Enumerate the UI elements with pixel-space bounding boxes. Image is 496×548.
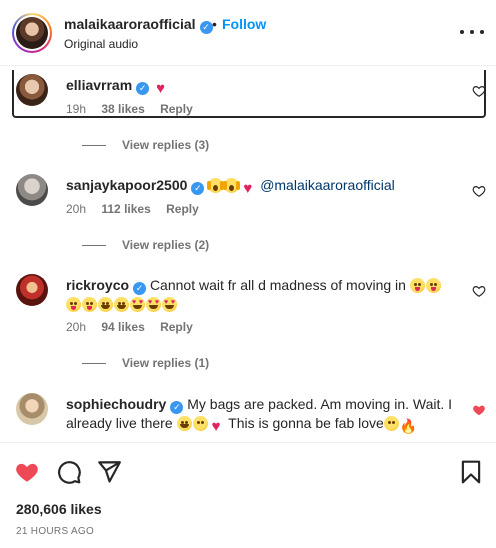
post-header: malaikaaroraofficial ✓ • Follow Original … — [0, 0, 496, 66]
view-replies-button[interactable]: View replies (2) — [82, 238, 209, 252]
comment-likes[interactable]: 38 likes — [101, 102, 144, 116]
red-heart-emoji: ♥ — [211, 418, 221, 435]
commenter-avatar[interactable] — [16, 74, 48, 106]
kissing-emoji — [192, 416, 208, 431]
comment-time: 19h — [66, 102, 87, 116]
comment-likes[interactable]: 112 likes — [101, 202, 150, 216]
more-dots-icon[interactable] — [458, 22, 486, 42]
comment-body-part2: This is gonna be fab love — [228, 415, 384, 431]
comment-like-heart-icon[interactable] — [472, 84, 486, 98]
heart-icon[interactable] — [14, 459, 40, 485]
view-replies-button[interactable]: View replies (1) — [82, 356, 209, 370]
reply-button[interactable]: Reply — [160, 320, 193, 334]
owner-username[interactable]: malaikaaroraofficial — [64, 16, 196, 32]
tongue-emoji — [409, 278, 425, 293]
tongue-emoji — [425, 278, 441, 293]
heart-eyes-emoji — [162, 297, 177, 312]
comment-text: sanjaykapoor2500 ✓ ♥ @malaikaaroraofficia… — [66, 176, 460, 196]
comment-text: elliavrram ✓ ♥ — [66, 76, 460, 96]
owner-avatar[interactable] — [12, 13, 52, 53]
comment-likes[interactable]: 94 likes — [101, 320, 144, 334]
view-replies-label[interactable]: View replies (1) — [122, 356, 209, 370]
comment-username[interactable]: sophiechoudry — [66, 396, 166, 412]
comment-like-heart-icon[interactable] — [472, 284, 486, 298]
scream-emoji — [223, 178, 241, 193]
comment-meta: 20h 94 likes Reply — [66, 320, 205, 334]
comment-time: 20h — [66, 320, 87, 334]
post-timestamp[interactable]: 21 HOURS AGO — [16, 526, 94, 537]
view-replies-button[interactable]: View replies (3) — [82, 138, 209, 152]
commenter-avatar[interactable] — [16, 174, 48, 206]
comment-username[interactable]: sanjaykapoor2500 — [66, 177, 187, 193]
reply-button[interactable]: Reply — [160, 102, 193, 116]
laughing-emoji — [176, 416, 192, 431]
comment-text: sophiechoudry ✓ My bags are packed. Am mo… — [66, 395, 460, 434]
header-separator: • — [212, 16, 217, 32]
red-heart-emoji: ♥ — [156, 80, 166, 97]
comment-bubble-icon[interactable] — [56, 459, 82, 485]
scream-emoji — [207, 178, 225, 193]
verified-badge-icon: ✓ — [136, 82, 150, 95]
fire-emoji: 🔥 — [399, 418, 418, 434]
comment-liked-heart-icon[interactable] — [472, 403, 486, 417]
comment-meta: 19h 38 likes Reply — [66, 102, 205, 116]
follow-button[interactable]: Follow — [222, 16, 266, 32]
commenter-avatar[interactable] — [16, 274, 48, 306]
comment-meta: 20h 112 likes Reply — [66, 202, 211, 216]
laughing-emoji — [114, 297, 129, 312]
view-replies-label[interactable]: View replies (3) — [122, 138, 209, 152]
paper-plane-icon[interactable] — [96, 459, 122, 485]
tongue-emoji — [82, 297, 97, 312]
post-likes-count[interactable]: 280,606 likes — [16, 501, 102, 517]
reply-button[interactable]: Reply — [166, 202, 199, 216]
red-heart-emoji: ♥ — [243, 180, 253, 197]
comment-time: 20h — [66, 202, 87, 216]
verified-badge-icon: ✓ — [199, 21, 213, 34]
comment-username[interactable]: elliavrram — [66, 77, 132, 93]
kissing-emoji — [383, 416, 399, 431]
heart-eyes-emoji — [130, 297, 145, 312]
post-actions: 280,606 likes 21 HOURS AGO — [0, 442, 496, 548]
comment-text: rickroyco ✓ Cannot wait fr all d madness … — [66, 276, 460, 313]
commenter-avatar[interactable] — [16, 393, 48, 425]
verified-badge-icon: ✓ — [170, 401, 184, 414]
audio-label[interactable]: Original audio — [64, 37, 138, 51]
comment-like-heart-icon[interactable] — [472, 184, 486, 198]
heart-eyes-emoji — [146, 297, 161, 312]
laughing-emoji — [98, 297, 113, 312]
comment-body: Cannot wait fr all d madness of moving i… — [149, 277, 406, 293]
owner-username-link[interactable]: malaikaaroraofficial ✓ — [64, 16, 213, 34]
comment-mention[interactable]: @malaikaaroraofficial — [260, 177, 395, 193]
verified-badge-icon: ✓ — [133, 282, 147, 295]
view-replies-label[interactable]: View replies (2) — [122, 238, 209, 252]
verified-badge-icon: ✓ — [191, 182, 205, 195]
tongue-emoji — [66, 297, 81, 312]
bookmark-icon[interactable] — [458, 459, 484, 485]
comment-username[interactable]: rickroyco — [66, 277, 129, 293]
